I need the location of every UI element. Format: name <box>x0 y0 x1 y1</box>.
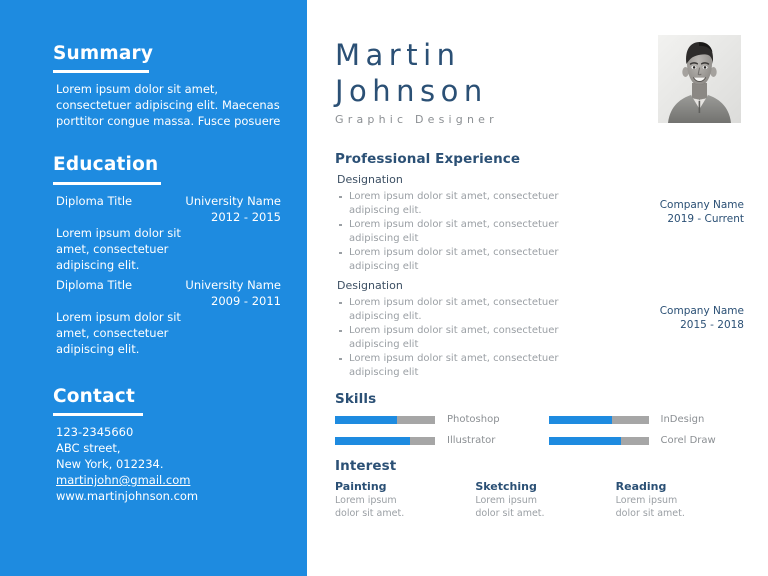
skills-heading: Skills <box>335 391 377 407</box>
experience-period: 2015 - 2018 <box>680 319 744 331</box>
skill-progress-fill <box>335 437 410 445</box>
education-title: Diploma Title <box>56 193 133 208</box>
experience-heading: Professional Experience <box>335 151 521 167</box>
interest-text: Lorem ipsum dolor sit amet. <box>475 495 545 519</box>
skill-progress-fill <box>335 416 397 424</box>
header: Martin Johnson Graphic Designer <box>335 32 746 128</box>
contact-website[interactable]: www.martinjohnson.com <box>53 488 281 504</box>
summary-text: Lorem ipsum dolor sit amet, consectetuer… <box>56 82 281 129</box>
education-description: Lorem ipsum dolor sit amet, consectetuer… <box>56 309 181 356</box>
experience-entry: Designation Lorem ipsum dolor sit amet, … <box>335 278 746 380</box>
contact-email-link[interactable]: martinjohn@gmail.com <box>56 473 190 487</box>
interest-grid: Painting Lorem ipsum dolor sit amet. Ske… <box>335 479 746 520</box>
experience-entry-left: Designation Lorem ipsum dolor sit amet, … <box>335 278 597 380</box>
experience-company-period: Company Name 2019 - Current <box>660 172 746 226</box>
interest-item: Reading Lorem ipsum dolor sit amet. <box>616 479 746 520</box>
skill-label: Illustrator <box>447 435 496 446</box>
first-name: Martin <box>335 38 461 72</box>
contact-street: ABC street, <box>56 441 121 456</box>
experience-designation: Designation <box>337 279 403 292</box>
experience-bullet-list: Lorem ipsum dolor sit amet, consectetuer… <box>335 296 597 379</box>
contact-email-row: martinjohn@gmail.com <box>53 472 281 488</box>
contact-heading-rule <box>53 413 143 417</box>
sidebar: Summary Lorem ipsum dolor sit amet, cons… <box>0 0 307 576</box>
education-item: Diploma Title University Name 2009 - 201… <box>53 277 281 357</box>
interest-heading: Interest <box>335 458 397 474</box>
contact-phone: 123-2345660 <box>56 425 134 440</box>
skill-label: Corel Draw <box>660 435 716 446</box>
contact-section: Contact 123-2345660 ABC street, New York… <box>53 385 281 504</box>
education-years: 2009 - 2011 <box>211 293 281 308</box>
skills-grid: Photoshop InDesign Illustrator Corel Dra… <box>335 414 746 447</box>
education-description: Lorem ipsum dolor sit amet, consectetuer… <box>56 225 181 272</box>
skill-item: Illustrator <box>335 435 533 447</box>
experience-company: Company Name <box>659 199 744 211</box>
education-heading-rule <box>53 181 161 185</box>
skill-progress-bar <box>548 437 649 445</box>
experience-bullet: Lorem ipsum dolor sit amet, consectetuer… <box>335 324 597 351</box>
skill-progress-bar <box>548 416 649 424</box>
education-institution: University Name <box>185 277 281 292</box>
education-section: Education Diploma Title University Name … <box>53 155 281 356</box>
skill-progress-bar <box>335 416 435 424</box>
education-title: Diploma Title <box>56 277 133 292</box>
education-item: Diploma Title University Name 2012 - 201… <box>53 193 281 273</box>
skill-item: InDesign <box>548 414 747 426</box>
education-years: 2012 - 2015 <box>211 209 281 224</box>
last-name: Johnson <box>335 74 488 108</box>
portrait-photo <box>658 35 741 123</box>
skill-item: Corel Draw <box>548 435 747 447</box>
experience-bullet: Lorem ipsum dolor sit amet, consectetuer… <box>335 218 597 245</box>
summary-heading-rule <box>53 70 149 74</box>
contact-heading: Contact <box>53 385 135 407</box>
name-block: Martin Johnson Graphic Designer <box>335 32 498 128</box>
interest-title: Painting <box>335 480 387 493</box>
portrait-photo-graphic <box>658 35 741 123</box>
experience-designation: Designation <box>337 173 403 186</box>
experience-company-period: Company Name 2015 - 2018 <box>660 278 746 332</box>
education-institution-years: University Name 2012 - 2015 <box>185 193 281 225</box>
experience-bullet: Lorem ipsum dolor sit amet, consectetuer… <box>335 352 597 379</box>
skill-item: Photoshop <box>335 414 533 426</box>
contact-city: New York, 012234. <box>56 457 164 472</box>
experience-bullet: Lorem ipsum dolor sit amet, consectetuer… <box>335 190 597 217</box>
interest-title: Reading <box>615 480 667 493</box>
education-institution-years: University Name 2009 - 2011 <box>185 277 281 309</box>
skill-progress-bar <box>335 437 435 445</box>
skill-progress-fill <box>548 416 612 424</box>
experience-entry-left: Designation Lorem ipsum dolor sit amet, … <box>335 172 597 274</box>
interest-text: Lorem ipsum dolor sit amet. <box>615 495 685 519</box>
education-heading: Education <box>53 154 159 176</box>
summary-heading: Summary <box>53 43 154 64</box>
job-title: Graphic Designer <box>335 113 498 126</box>
experience-bullet: Lorem ipsum dolor sit amet, consectetuer… <box>335 246 597 273</box>
resume-page: Summary Lorem ipsum dolor sit amet, cons… <box>0 0 768 576</box>
interest-text: Lorem ipsum dolor sit amet. <box>335 495 405 519</box>
experience-bullet: Lorem ipsum dolor sit amet, consectetuer… <box>335 296 597 323</box>
skill-label: Photoshop <box>447 414 500 425</box>
main-content: Martin Johnson Graphic Designer Professi… <box>307 0 768 576</box>
skill-progress-fill <box>548 437 621 445</box>
experience-period: 2019 - Current <box>667 213 744 225</box>
experience-entry: Designation Lorem ipsum dolor sit amet, … <box>335 172 746 274</box>
interest-title: Sketching <box>475 480 537 493</box>
interest-item: Painting Lorem ipsum dolor sit amet. <box>335 479 465 520</box>
skill-label: InDesign <box>660 414 705 425</box>
experience-company: Company Name <box>659 305 744 317</box>
interest-item: Sketching Lorem ipsum dolor sit amet. <box>475 479 605 520</box>
education-institution: University Name <box>185 193 281 208</box>
summary-section: Summary Lorem ipsum dolor sit amet, cons… <box>53 43 281 129</box>
experience-bullet-list: Lorem ipsum dolor sit amet, consectetuer… <box>335 190 597 273</box>
